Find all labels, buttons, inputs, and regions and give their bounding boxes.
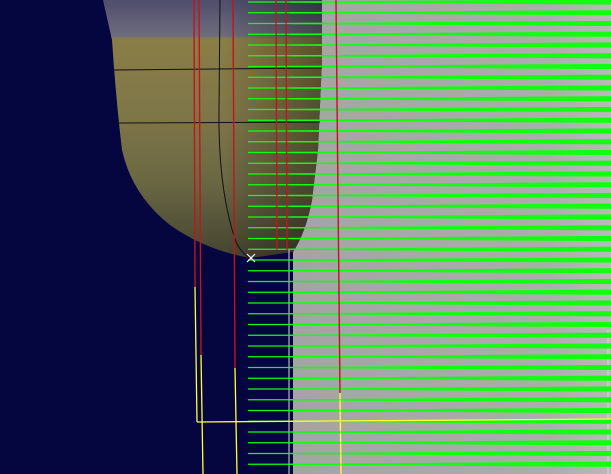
toolpath-scene[interactable] — [0, 0, 611, 474]
cad-3d-viewport[interactable] — [0, 0, 611, 474]
